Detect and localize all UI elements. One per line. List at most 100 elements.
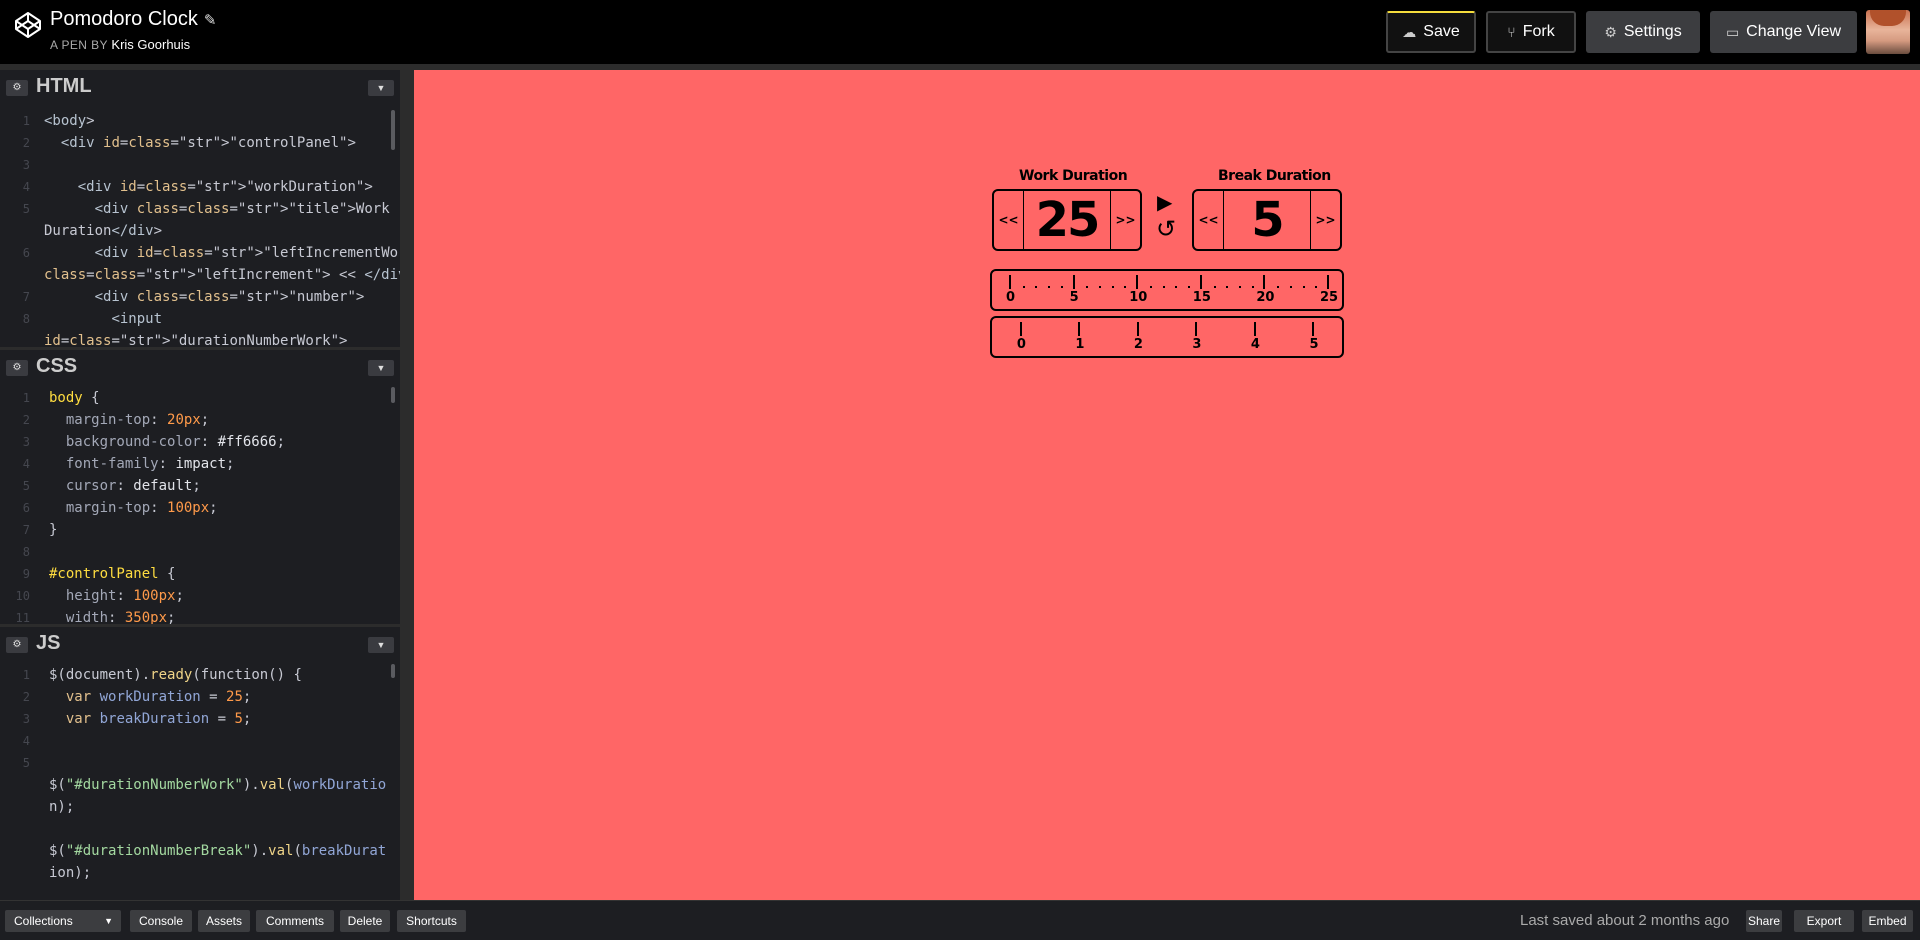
shortcuts-button[interactable]: Shortcuts xyxy=(397,910,466,932)
html-scrollbar[interactable] xyxy=(391,110,395,150)
ruler-tick-label: 2 xyxy=(1133,337,1143,352)
delete-button[interactable]: Delete xyxy=(340,910,390,932)
code-line[interactable]: class=class="str">"leftIncrement"> << </… xyxy=(0,264,400,286)
css-code-area[interactable]: 1 body {2 margin-top: 20px; 3 background-c… xyxy=(0,383,400,624)
code-text: <input xyxy=(111,311,163,327)
edit-pencil-icon[interactable]: ✎ xyxy=(204,12,217,29)
code-line[interactable]: 3 xyxy=(0,154,400,176)
code-line[interactable]: 1 <body> xyxy=(0,110,400,132)
code-line[interactable]: 9 #controlPanel { xyxy=(0,563,400,585)
assets-button[interactable]: Assets xyxy=(198,910,250,932)
code-line[interactable]: 1 body { xyxy=(0,387,400,409)
break-ruler[interactable]: 0 1 2 3 4 5 xyxy=(990,316,1344,358)
collections-dropdown[interactable]: Collections ▼ xyxy=(5,910,121,932)
work-increment-button[interactable]: >> xyxy=(1110,191,1140,249)
line-number: 5 xyxy=(22,202,30,216)
work-decrement-button[interactable]: << xyxy=(994,191,1024,249)
fork-button[interactable]: ⑂ Fork xyxy=(1486,11,1576,53)
author-prefix: A PEN BY xyxy=(50,38,108,52)
code-text: Duration</div> xyxy=(44,223,163,239)
code-line[interactable]: 2 <div id=class="str">"controlPanel"> xyxy=(0,132,400,154)
code-text: cursor: default; xyxy=(65,478,201,494)
code-line[interactable]: 3 background-color: #ff6666; xyxy=(0,431,400,453)
author-link[interactable]: Kris Goorhuis xyxy=(111,37,190,52)
editor-resize-handle[interactable] xyxy=(400,70,414,900)
code-line[interactable]: 4 <div id=class="str">"workDuration"> xyxy=(0,176,400,198)
code-line[interactable]: 6 margin-top: 100px; xyxy=(0,497,400,519)
line-number: 5 xyxy=(22,479,30,493)
html-code-area[interactable]: 1 <body> 2 <div id=class="str">"controlPan… xyxy=(0,106,400,347)
code-line[interactable]: Duration</div> xyxy=(0,220,400,242)
code-line[interactable]: 11 width: 350px; xyxy=(0,607,400,624)
chevron-down-icon[interactable]: ▼ xyxy=(368,360,394,376)
code-line[interactable]: 2 margin-top: 20px; xyxy=(0,409,400,431)
console-button[interactable]: Console xyxy=(130,910,192,932)
code-line[interactable]: 7 <div class=class="str">"number"> xyxy=(0,286,400,308)
ruler-tick-label: 10 xyxy=(1129,290,1148,305)
code-line[interactable]: id=class="str">"durationNumberWork"> xyxy=(0,330,400,347)
ruler-tick xyxy=(1009,275,1011,289)
codepen-logo-icon[interactable] xyxy=(13,10,43,40)
chevron-down-icon[interactable]: ▼ xyxy=(368,637,394,653)
code-line[interactable]: 10 height: 100px; xyxy=(0,585,400,607)
code-line[interactable]: $("#durationNumberBreak").val(breakDurat xyxy=(0,840,400,862)
code-line[interactable]: 4 font-family: impact; xyxy=(0,453,400,475)
code-line[interactable]: 6 <div id=class="str">"leftIncrementWork… xyxy=(0,242,400,264)
code-text: $(document).ready(function() { xyxy=(49,667,302,683)
change-view-button[interactable]: ▭ Change View xyxy=(1710,11,1857,53)
avatar[interactable] xyxy=(1866,10,1910,54)
code-line[interactable]: 8 <input xyxy=(0,308,400,330)
export-button[interactable]: Export xyxy=(1794,910,1854,932)
fork-icon: ⑂ xyxy=(1507,24,1516,40)
reset-icon[interactable]: ↺ xyxy=(1156,215,1176,243)
code-line[interactable]: 8 xyxy=(0,541,400,563)
comments-button[interactable]: Comments xyxy=(256,910,334,932)
gear-icon[interactable]: ⚙ xyxy=(6,637,28,653)
code-line[interactable]: 2 var workDuration = 25; xyxy=(0,686,400,708)
pen-title[interactable]: Pomodoro Clock ✎ xyxy=(50,8,216,31)
break-increment-button[interactable]: >> xyxy=(1310,191,1340,249)
ruler-tick xyxy=(1078,322,1081,336)
line-number: 2 xyxy=(22,690,30,704)
chevron-down-icon[interactable]: ▼ xyxy=(368,80,394,96)
line-number: 7 xyxy=(22,523,30,537)
play-icon[interactable]: ▶ xyxy=(1157,190,1172,214)
break-duration-value[interactable]: 5 xyxy=(1224,191,1310,249)
editor-panes: ⚙ HTML ▼ 1 <body> 2 <div id=class="str">"c… xyxy=(0,70,400,900)
embed-button[interactable]: Embed xyxy=(1862,910,1913,932)
code-line[interactable]: 5 cursor: default; xyxy=(0,475,400,497)
work-duration-value[interactable]: 25 xyxy=(1024,191,1110,249)
code-text: n); xyxy=(49,799,75,815)
code-line[interactable]: $("#durationNumberWork").val(workDuratio xyxy=(0,774,400,796)
gear-icon[interactable]: ⚙ xyxy=(6,80,28,96)
save-button[interactable]: ☁ Save xyxy=(1386,11,1476,53)
ruler-tick xyxy=(1253,322,1256,336)
css-scrollbar[interactable] xyxy=(391,387,395,403)
js-scrollbar[interactable] xyxy=(391,664,395,678)
ruler-tick xyxy=(1195,322,1198,336)
break-decrement-button[interactable]: << xyxy=(1194,191,1224,249)
code-line[interactable] xyxy=(0,818,400,840)
ruler-tick-label: 5 xyxy=(1309,337,1319,352)
gear-icon[interactable]: ⚙ xyxy=(6,360,28,376)
code-line[interactable]: 3 var breakDuration = 5; xyxy=(0,708,400,730)
js-code-area[interactable]: 1 $(document).ready(function() { 2 var wor… xyxy=(0,660,400,900)
code-line[interactable]: n); xyxy=(0,796,400,818)
line-number: 5 xyxy=(22,756,30,770)
line-number: 1 xyxy=(22,114,30,128)
code-line[interactable]: 1 $(document).ready(function() { xyxy=(0,664,400,686)
line-number: 2 xyxy=(22,136,30,150)
code-line[interactable]: 5 <div class=class="str">"title">Work xyxy=(0,198,400,220)
code-line[interactable]: 5 xyxy=(0,752,400,774)
work-ruler[interactable]: 0 5 10 15 20 25 xyxy=(990,269,1344,311)
settings-button[interactable]: ⚙ Settings xyxy=(1586,11,1700,53)
line-number: 1 xyxy=(22,668,30,682)
js-editor: ⚙ JS ▼ 1 $(document).ready(function() {2 … xyxy=(0,624,400,900)
pen-title-text[interactable]: Pomodoro Clock xyxy=(50,8,198,30)
share-button[interactable]: Share xyxy=(1746,910,1782,932)
code-line[interactable]: ion); xyxy=(0,862,400,884)
code-line[interactable]: 7} xyxy=(0,519,400,541)
code-text: <div id=class="str">"leftIncrementWork" xyxy=(94,245,400,261)
code-line[interactable]: 4 xyxy=(0,730,400,752)
ruler-tick xyxy=(1327,275,1329,289)
